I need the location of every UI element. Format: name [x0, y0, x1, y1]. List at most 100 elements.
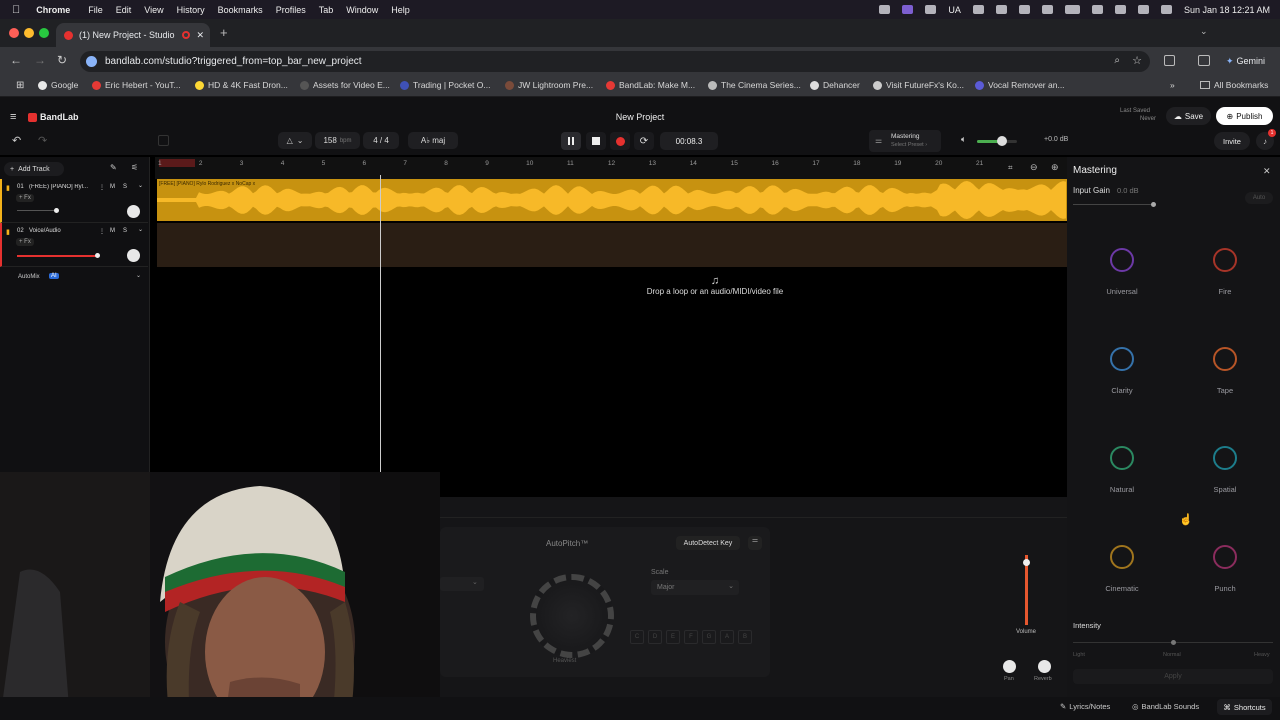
bookmark-item[interactable]: JW Lightroom Pre... — [505, 80, 593, 90]
bookmark-item[interactable]: HD & 4K Fast Dron... — [195, 80, 288, 90]
menu-app-name[interactable]: Chrome — [36, 5, 70, 15]
add-track-button[interactable]: + Add Track — [4, 162, 64, 176]
redo-icon[interactable]: ↷ — [38, 134, 47, 147]
fader-thumb[interactable] — [1023, 559, 1030, 566]
drop-zone[interactable]: ♫ Drop a loop or an audio/MIDI/video fil… — [355, 275, 1075, 305]
empty-track-lane[interactable] — [157, 223, 1067, 267]
solo-button[interactable]: S — [123, 228, 127, 234]
menubar-clock[interactable]: Sun Jan 18 12:21 AM — [1184, 5, 1270, 15]
menu-profiles[interactable]: Profiles — [276, 5, 306, 15]
extensions-icon[interactable] — [1164, 55, 1175, 66]
mute-button[interactable]: M — [110, 184, 115, 190]
menu-edit[interactable]: Edit — [116, 5, 132, 15]
note-button[interactable]: C — [630, 630, 644, 644]
pan-knob[interactable] — [127, 205, 140, 218]
all-bookmarks[interactable]: All Bookmarks — [1200, 80, 1268, 90]
pause-button[interactable] — [561, 132, 581, 150]
pan-knob[interactable] — [1003, 660, 1016, 673]
menu-file[interactable]: File — [88, 5, 103, 15]
menu-bookmarks[interactable]: Bookmarks — [218, 5, 263, 15]
slider-thumb[interactable] — [1171, 640, 1176, 645]
volume-icon[interactable] — [1041, 5, 1053, 14]
close-icon[interactable]: ✕ — [1263, 166, 1271, 177]
wifi-icon[interactable] — [1091, 5, 1103, 14]
vpn-icon[interactable] — [972, 5, 984, 14]
input-gain-slider[interactable] — [1073, 202, 1156, 207]
track-name[interactable]: Voice/Audio — [29, 228, 61, 234]
search-icon[interactable] — [1114, 5, 1126, 14]
lyrics-notes-button[interactable]: ✎ Lyrics/Notes — [1060, 702, 1110, 711]
reverb-knob[interactable] — [1038, 660, 1051, 673]
more-icon[interactable]: ⋮ — [99, 184, 105, 191]
automix-row[interactable]: AutoMix AI ⌄ — [0, 269, 148, 287]
publish-button[interactable]: ⊕ Publish — [1216, 107, 1273, 125]
gemini-button[interactable]: ✦ Gemini — [1221, 52, 1273, 70]
maximize-window-icon[interactable] — [39, 28, 49, 38]
snap-icon[interactable]: ⌗ — [1008, 163, 1013, 173]
bookmark-star-icon[interactable]: ☆ — [1132, 54, 1142, 67]
tempo-field[interactable]: 158 bpm — [315, 132, 360, 149]
shortcuts-button[interactable]: ⌘ Shortcuts — [1217, 699, 1272, 715]
metronome-button[interactable]: △ ⌄ — [278, 132, 312, 149]
timeline-ruler[interactable]: 1 2 3 4 5 6 7 8 9 10 11 12 13 14 15 16 17 18 19 20 21 ⌗ ⊖ ⊕ — [155, 157, 1067, 179]
filter-icon[interactable]: ⚟ — [131, 163, 138, 172]
hamburger-menu-icon[interactable]: ≡ — [10, 111, 16, 123]
chevron-down-icon[interactable]: ⌄ — [138, 226, 143, 233]
menu-history[interactable]: History — [177, 5, 205, 15]
note-button[interactable]: D — [648, 630, 662, 644]
preset-card[interactable]: Punch — [1176, 517, 1274, 609]
minimize-window-icon[interactable] — [24, 28, 34, 38]
auto-button[interactable]: Auto — [1245, 192, 1273, 204]
preset-card[interactable]: Fire — [1176, 220, 1274, 312]
zoom-in-icon[interactable]: ⊕ — [1051, 162, 1059, 173]
chevron-down-icon[interactable]: ⌄ — [138, 182, 143, 189]
add-fx-button[interactable]: + Fx — [16, 194, 34, 202]
status-icon[interactable] — [925, 5, 937, 14]
pan-knob[interactable] — [127, 249, 140, 262]
mode-select[interactable]: ⌄ — [440, 577, 484, 591]
autodetect-key-button[interactable]: AutoDetect Key — [676, 536, 740, 550]
solo-button[interactable]: S — [123, 184, 127, 190]
sidepanel-icon[interactable] — [1198, 55, 1210, 66]
status-icon[interactable] — [1018, 5, 1030, 14]
note-button[interactable]: A — [720, 630, 734, 644]
track-volume-slider[interactable] — [17, 208, 59, 213]
bookmark-item[interactable]: Trading | Pocket O... — [400, 80, 490, 90]
settings-icon[interactable]: ⚌ — [748, 536, 762, 550]
back-icon[interactable]: ← — [10, 53, 22, 67]
bookmark-item[interactable]: Assets for Video E... — [300, 80, 390, 90]
project-title[interactable]: New Project — [600, 112, 680, 122]
intensity-slider[interactable] — [1073, 640, 1273, 645]
track-header[interactable]: ▮ 02 Voice/Audio ⋮ M S ⌄ + Fx — [0, 223, 148, 267]
preset-card[interactable]: Cinematic — [1073, 517, 1171, 609]
menu-view[interactable]: View — [144, 5, 163, 15]
scale-select[interactable]: Major ⌄ — [651, 580, 739, 595]
slider-thumb[interactable] — [95, 253, 100, 258]
control-center-icon[interactable] — [1137, 5, 1149, 14]
timeline-area[interactable]: 1 2 3 4 5 6 7 8 9 10 11 12 13 14 15 16 17 18 19 20 21 ⌗ ⊖ ⊕ … — [155, 157, 1067, 492]
loop-range-marker[interactable] — [159, 159, 195, 167]
stop-button[interactable] — [586, 132, 606, 150]
preset-card[interactable]: Tape — [1176, 319, 1274, 411]
track-header[interactable]: ▮ 01 (FREE) [PIANO] Ryl... ⋮ M S ⌄ + Fx — [0, 179, 148, 223]
save-button[interactable]: ☁ Save — [1166, 107, 1211, 125]
input-language[interactable]: UA — [948, 5, 961, 15]
note-button[interactable]: G — [702, 630, 716, 644]
speaker-icon[interactable]: 🔈︎ — [961, 134, 966, 145]
audio-region[interactable]: [FREE] [PIANO] Rylo Rodriguez x NoCap x — [157, 179, 1067, 221]
note-button[interactable]: B — [738, 630, 752, 644]
undo-icon[interactable]: ↶ — [12, 134, 21, 147]
preset-card[interactable]: Spatial — [1176, 418, 1274, 510]
record-button[interactable] — [610, 132, 630, 150]
mastering-button[interactable]: ⚌ Mastering Select Preset › — [869, 130, 941, 152]
note-button[interactable]: E — [666, 630, 680, 644]
forward-icon[interactable]: → — [34, 53, 46, 67]
more-bookmarks-icon[interactable]: » — [1170, 80, 1175, 90]
preset-card[interactable]: Natural — [1073, 418, 1171, 510]
invite-button[interactable]: Invite — [1214, 132, 1250, 150]
menu-window[interactable]: Window — [346, 5, 378, 15]
menu-help[interactable]: Help — [391, 5, 410, 15]
address-bar[interactable]: bandlab.com/studio?triggered_from=top_ba… — [80, 51, 1150, 72]
close-window-icon[interactable] — [9, 28, 19, 38]
tab-search-icon[interactable]: ⌄ — [1200, 26, 1208, 37]
